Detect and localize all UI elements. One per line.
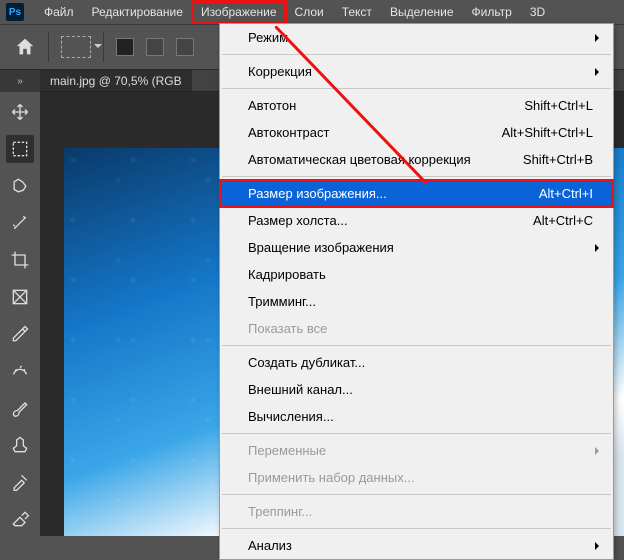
menu-item-label: Автоконтраст xyxy=(248,125,329,140)
menu-item-автоконтраст[interactable]: Автоконтраст Alt+Shift+Ctrl+L xyxy=(220,119,613,146)
menu-item-размер-изображения-[interactable]: Размер изображения... Alt+Ctrl+I xyxy=(220,180,613,207)
menu-separator xyxy=(222,88,611,89)
menu-filter[interactable]: Фильтр xyxy=(464,2,520,22)
move-tool[interactable] xyxy=(6,98,34,126)
menu-item-accelerator: Alt+Shift+Ctrl+L xyxy=(502,125,593,140)
brush-tool[interactable] xyxy=(6,394,34,422)
clone-stamp-tool[interactable] xyxy=(6,431,34,459)
lasso-tool[interactable] xyxy=(6,172,34,200)
selection-preset-dropdown[interactable] xyxy=(61,36,91,58)
menu-item-label: Автоматическая цветовая коррекция xyxy=(248,152,471,167)
menu-layers[interactable]: Слои xyxy=(287,2,332,22)
eyedropper-tool[interactable] xyxy=(6,320,34,348)
eraser-tool[interactable] xyxy=(6,505,34,533)
menu-item-accelerator: Shift+Ctrl+B xyxy=(523,152,593,167)
menu-item-label: Коррекция xyxy=(248,64,312,79)
menu-item-создать-дубликат-[interactable]: Создать дубликат... xyxy=(220,349,613,376)
doc-tab-gutter: » xyxy=(0,70,40,92)
menu-separator xyxy=(222,54,611,55)
menu-item-label: Внешний канал... xyxy=(248,382,353,397)
menu-item-accelerator: Alt+Ctrl+I xyxy=(539,186,593,201)
marquee-tool[interactable] xyxy=(6,135,34,163)
menu-item-accelerator: Alt+Ctrl+C xyxy=(533,213,593,228)
menu-file[interactable]: Файл xyxy=(36,2,82,22)
menu-item-label: Режим xyxy=(248,30,288,45)
menubar: Ps Файл Редактирование Изображение Слои … xyxy=(0,0,624,24)
ps-logo: Ps xyxy=(6,3,24,21)
mode-new-selection-icon[interactable] xyxy=(116,38,134,56)
document-tab-title: main.jpg @ 70,5% (RGB xyxy=(50,74,182,88)
magic-wand-tool[interactable] xyxy=(6,209,34,237)
tools-panel xyxy=(0,92,40,536)
menu-separator xyxy=(222,176,611,177)
divider xyxy=(103,32,104,62)
menu-item-label: Создать дубликат... xyxy=(248,355,365,370)
mode-subtract-selection-icon[interactable] xyxy=(176,38,194,56)
menu-item-label: Анализ xyxy=(248,538,292,553)
menu-item-label: Треппинг... xyxy=(248,504,312,519)
menu-3d[interactable]: 3D xyxy=(522,2,553,22)
menu-item-режим[interactable]: Режим xyxy=(220,24,613,51)
menu-separator xyxy=(222,345,611,346)
menu-item-треппинг-: Треппинг... xyxy=(220,498,613,525)
menu-separator xyxy=(222,494,611,495)
document-tab[interactable]: main.jpg @ 70,5% (RGB xyxy=(40,70,192,91)
menu-item-коррекция[interactable]: Коррекция xyxy=(220,58,613,85)
menu-text[interactable]: Текст xyxy=(334,2,380,22)
healing-brush-tool[interactable] xyxy=(6,357,34,385)
crop-tool[interactable] xyxy=(6,246,34,274)
menu-item-label: Применить набор данных... xyxy=(248,470,415,485)
menu-item-тримминг-[interactable]: Тримминг... xyxy=(220,288,613,315)
image-menu-dropdown: Режим Коррекция Автотон Shift+Ctrl+L Автокон… xyxy=(219,23,614,560)
menu-item-показать-все: Показать все xyxy=(220,315,613,342)
frame-tool[interactable] xyxy=(6,283,34,311)
chevron-right-icon: » xyxy=(17,76,23,87)
menu-item-label: Вращение изображения xyxy=(248,240,394,255)
menu-select[interactable]: Выделение xyxy=(382,2,462,22)
menu-separator xyxy=(222,528,611,529)
menu-item-label: Размер изображения... xyxy=(248,186,387,201)
menu-item-вращение-изображения[interactable]: Вращение изображения xyxy=(220,234,613,261)
menu-item-label: Вычисления... xyxy=(248,409,334,424)
menu-item-внешний-канал-[interactable]: Внешний канал... xyxy=(220,376,613,403)
menu-item-label: Показать все xyxy=(248,321,327,336)
menu-item-label: Автотон xyxy=(248,98,296,113)
history-brush-tool[interactable] xyxy=(6,468,34,496)
menu-item-переменные: Переменные xyxy=(220,437,613,464)
divider xyxy=(48,32,49,62)
menu-item-кадрировать[interactable]: Кадрировать xyxy=(220,261,613,288)
menu-item-размер-холста-[interactable]: Размер холста... Alt+Ctrl+C xyxy=(220,207,613,234)
menu-item-анализ[interactable]: Анализ xyxy=(220,532,613,559)
menu-item-вычисления-[interactable]: Вычисления... xyxy=(220,403,613,430)
home-icon[interactable] xyxy=(14,36,36,58)
menu-item-автотон[interactable]: Автотон Shift+Ctrl+L xyxy=(220,92,613,119)
menu-item-label: Размер холста... xyxy=(248,213,348,228)
menu-item-label: Кадрировать xyxy=(248,267,326,282)
menu-item-label: Переменные xyxy=(248,443,326,458)
menu-item-применить-набор-данных-: Применить набор данных... xyxy=(220,464,613,491)
menu-edit[interactable]: Редактирование xyxy=(84,2,191,22)
menu-separator xyxy=(222,433,611,434)
menu-item-label: Тримминг... xyxy=(248,294,316,309)
menu-item-accelerator: Shift+Ctrl+L xyxy=(524,98,593,113)
menu-item-автоматическая-цветовая-коррекция[interactable]: Автоматическая цветовая коррекция Shift+C… xyxy=(220,146,613,173)
menu-image[interactable]: Изображение xyxy=(193,2,285,22)
mode-add-selection-icon[interactable] xyxy=(146,38,164,56)
